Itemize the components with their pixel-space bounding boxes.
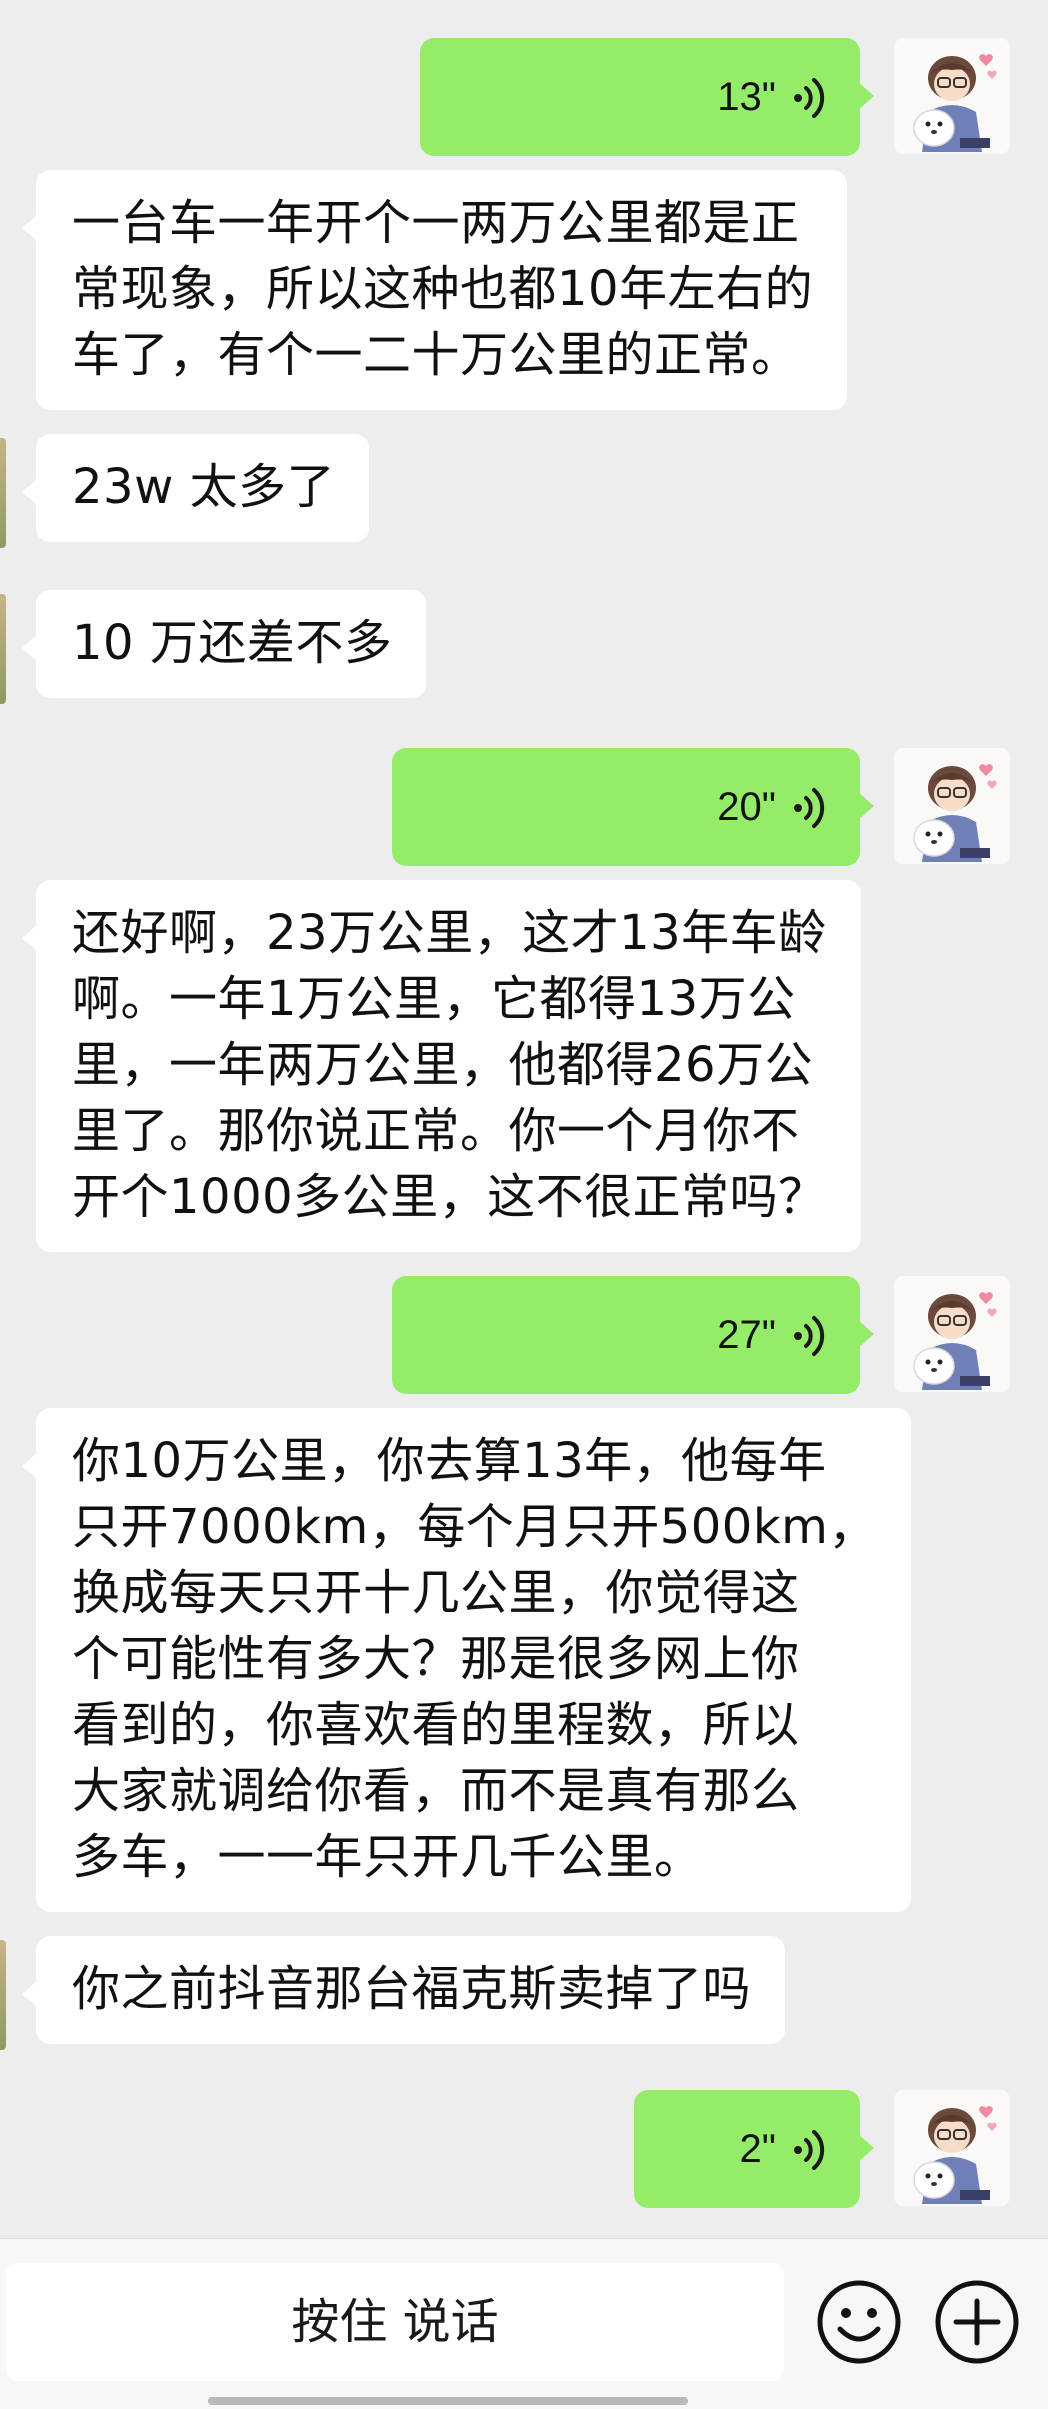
message-line: 10 万还差不多 [72,615,393,671]
message-line: 啊。一年1万公里，它都得13万公 [72,971,796,1027]
anime-boy-with-white-dog-avatar-icon [894,2090,1010,2206]
anime-boy-with-white-dog-avatar-icon [894,38,1010,154]
peer-avatar[interactable] [0,438,6,548]
message-line: 里了。那你说正常。你一个月你不 [72,1103,800,1159]
message-line: 只开7000km，每个月只开500km， [72,1499,877,1555]
anime-boy-with-white-dog-avatar-icon [894,1276,1010,1392]
message-line: 23w 太多了 [72,459,336,515]
plus-circle-icon[interactable] [934,2279,1020,2365]
self-avatar[interactable] [894,2090,1010,2206]
received-text-bubble[interactable]: 10 万还差不多 [21,590,427,698]
received-text-bubble[interactable]: 还好啊，23万公里，这才13年车龄 啊。一年1万公里，它都得13万公 里，一年两… [22,880,861,1252]
input-bar: 按住 说话 [0,2238,1048,2409]
message-line: 里，一年两万公里，他都得26万公 [72,1037,814,1093]
message-line: 多车，一一年只开几千公里。 [72,1829,703,1885]
message-line: 个可能性有多大？那是很多网上你 [72,1631,800,1687]
voice-duration: 2" [739,2127,776,2171]
smiley-face-icon[interactable] [816,2279,902,2365]
voice-wave-icon [794,788,825,828]
voice-message-bubble[interactable]: 27" [392,1276,874,1394]
received-text-bubble[interactable]: 你之前抖音那台福克斯卖掉了吗 [21,1936,786,2044]
voice-wave-icon [794,2130,825,2170]
voice-wave-icon [794,78,825,118]
voice-wave-icon [794,1316,825,1356]
voice-duration: 27" [717,1313,776,1357]
self-avatar[interactable] [894,1276,1010,1392]
received-text-bubble[interactable]: 23w 太多了 [21,434,370,542]
peer-avatar[interactable] [0,594,6,704]
voice-message-bubble[interactable]: 20" [392,748,874,866]
anime-boy-with-white-dog-avatar-icon [894,748,1010,864]
received-text-bubble[interactable]: 你10万公里，你去算13年，他每年 只开7000km，每个月只开500km， 换… [22,1408,911,1912]
hold-to-talk-button[interactable]: 按住 说话 [6,2263,784,2381]
message-line: 看到的，你喜欢看的里程数，所以 [72,1697,800,1753]
received-text-bubble[interactable]: 一台车一年开个一两万公里都是正 常现象，所以这种也都10年左右的 车了，有个一二… [21,170,848,410]
message-line: 一台车一年开个一两万公里都是正 [72,195,800,251]
message-line: 还好啊，23万公里，这才13年车龄 [72,905,827,961]
chat-message-list[interactable]: 13" 一台车一年开个一两万公里都是正 常现象，所以这种也都10年左右的 车了，… [0,0,1048,2238]
message-line: 换成每天只开十几公里，你觉得这 [72,1565,800,1621]
voice-message-bubble[interactable]: 13" [420,38,874,156]
voice-duration: 13" [717,75,776,119]
voice-message-bubble[interactable]: 2" [634,2090,874,2208]
message-line: 大家就调给你看，而不是真有那么 [72,1763,800,1819]
self-avatar[interactable] [894,748,1010,864]
peer-avatar[interactable] [0,1940,6,2050]
message-line: 常现象，所以这种也都10年左右的 [72,261,814,317]
message-line: 开个1000多公里，这不很正常吗？ [72,1169,827,1225]
home-indicator[interactable] [208,2397,688,2405]
message-line: 车了，有个一二十万公里的正常。 [72,327,800,383]
message-line: 你之前抖音那台福克斯卖掉了吗 [72,1961,752,2017]
self-avatar[interactable] [894,38,1010,154]
voice-duration: 20" [717,785,776,829]
message-line: 你10万公里，你去算13年，他每年 [72,1433,827,1489]
